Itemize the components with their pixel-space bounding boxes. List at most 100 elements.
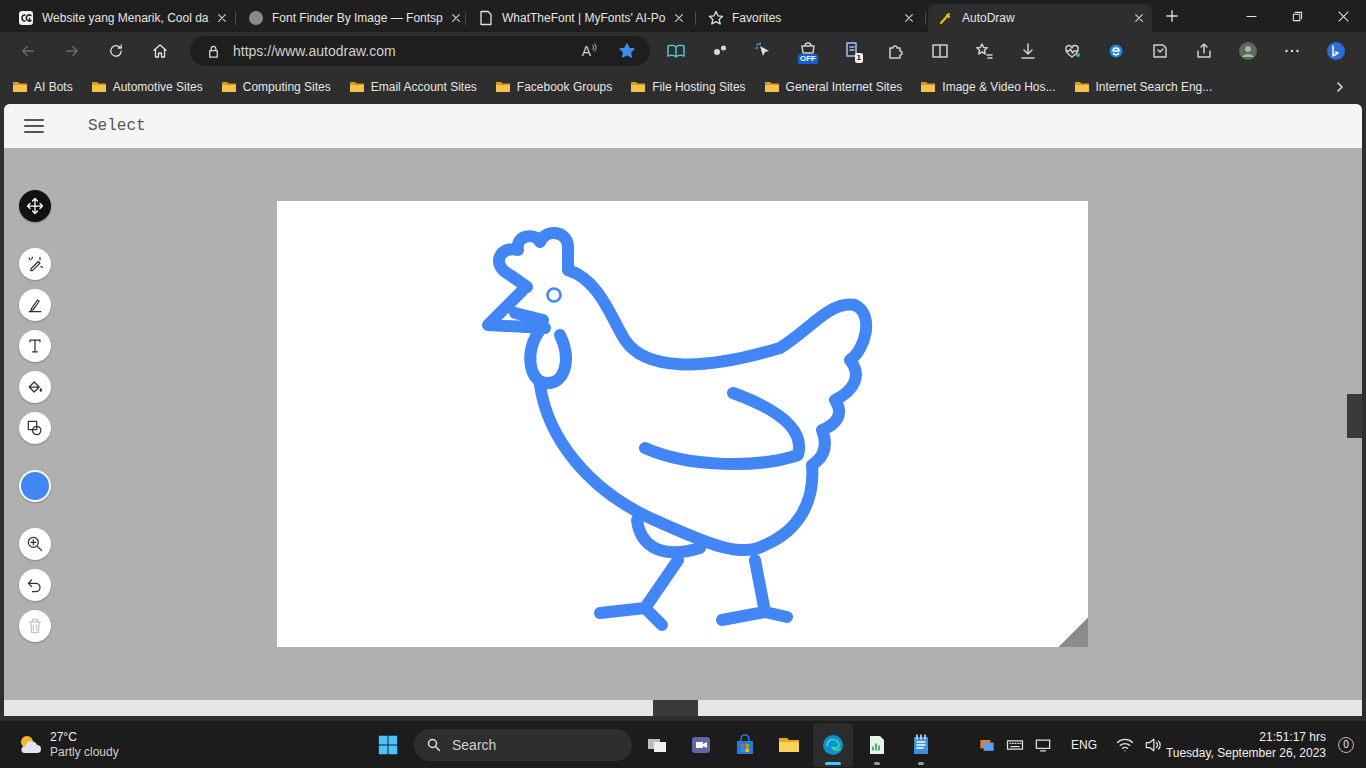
toolbar-button[interactable] xyxy=(1138,35,1182,67)
bookmark-folder[interactable]: File Hosting Sites xyxy=(630,79,745,95)
weather-text: 27°CPartly cloudy xyxy=(50,730,119,760)
tray-app-icon[interactable] xyxy=(977,735,997,755)
browser-tab[interactable]: Website yang Menarik, Cool da xyxy=(8,4,232,32)
ie-mode-icon xyxy=(1106,41,1126,61)
bookmark-folder[interactable]: General Internet Sites xyxy=(764,79,903,95)
vertical-scrollbar[interactable] xyxy=(1347,148,1362,700)
horizontal-scroll-thumb[interactable] xyxy=(653,700,698,716)
home-button[interactable] xyxy=(138,35,182,67)
bookmark-folder[interactable]: Image & Video Hos... xyxy=(920,79,1055,95)
close-window-button[interactable] xyxy=(1320,0,1366,32)
taskbar-app[interactable] xyxy=(813,723,853,767)
browser-tab[interactable]: WhatTheFont | MyFonts' AI-Po xyxy=(468,4,692,32)
tool-button[interactable] xyxy=(19,569,51,601)
tool-button[interactable] xyxy=(19,528,51,560)
chicken-drawing[interactable] xyxy=(277,201,1088,647)
forward-button[interactable] xyxy=(50,35,94,67)
drawing-canvas[interactable] xyxy=(277,201,1088,647)
vertical-scroll-thumb[interactable] xyxy=(1347,394,1362,438)
pinned-apps xyxy=(637,723,941,767)
close-icon[interactable] xyxy=(904,13,914,23)
tool-button[interactable] xyxy=(19,371,51,403)
bookmark-folder[interactable]: AI Bots xyxy=(12,79,73,95)
taskbar-app[interactable] xyxy=(681,723,721,767)
bookmark-label: Email Account Sites xyxy=(371,80,477,94)
taskbar-search[interactable]: Search xyxy=(414,729,632,761)
taskbar-app[interactable] xyxy=(857,723,897,767)
weather-widget[interactable]: 27°CPartly cloudy xyxy=(0,730,360,760)
horizontal-scrollbar[interactable] xyxy=(4,700,1362,716)
bookmark-folder[interactable]: Internet Search Eng... xyxy=(1074,79,1213,95)
toolbar-button[interactable] xyxy=(1182,35,1226,67)
page-frame: Select xyxy=(0,104,1366,720)
browser-tab[interactable]: Favorites xyxy=(698,4,922,32)
toolbar-button[interactable] xyxy=(1006,35,1050,67)
favicon-icon xyxy=(478,10,494,26)
toolbar-button[interactable] xyxy=(874,35,918,67)
address-actions: A xyxy=(582,42,636,60)
refresh-button[interactable] xyxy=(94,35,138,67)
new-tab-plus-icon[interactable] xyxy=(1165,9,1179,23)
toolbar-button[interactable] xyxy=(1314,35,1358,67)
bookmark-folder[interactable]: Facebook Groups xyxy=(495,79,612,95)
taskbar-app[interactable] xyxy=(725,723,765,767)
start-button[interactable] xyxy=(368,725,408,765)
tool-button[interactable] xyxy=(19,330,51,362)
bookmark-label: Internet Search Eng... xyxy=(1096,80,1213,94)
bookmark-folder[interactable]: Automotive Sites xyxy=(91,79,203,95)
toolbar-button[interactable] xyxy=(742,35,786,67)
browser-tab[interactable]: Font Finder By Image — Fontsp xyxy=(238,4,462,32)
store-icon xyxy=(733,733,757,757)
clock-time: 21:51:17 hrs xyxy=(1259,729,1326,745)
tool-button[interactable] xyxy=(19,248,51,280)
toolbar-button[interactable] xyxy=(918,35,962,67)
toolbar-button[interactable] xyxy=(698,35,742,67)
favorites-bar: AI Bots Automotive Sites Computing Sites Em… xyxy=(0,70,1366,104)
input-language[interactable]: ENG xyxy=(1071,738,1097,752)
toolbar-button[interactable] xyxy=(1050,35,1094,67)
favorite-star-icon[interactable] xyxy=(618,42,636,60)
toolbar-button[interactable]: OFF xyxy=(786,35,830,67)
volume-icon[interactable] xyxy=(1143,735,1163,755)
taskbar-app[interactable] xyxy=(637,723,677,767)
taskbar-app[interactable] xyxy=(901,723,941,767)
taskbar-app[interactable] xyxy=(769,723,809,767)
move-icon xyxy=(25,196,45,216)
color-swatch-icon xyxy=(21,472,49,500)
close-icon[interactable] xyxy=(451,13,461,23)
toolbar-button[interactable] xyxy=(1226,35,1270,67)
bookmark-folder[interactable]: Email Account Sites xyxy=(349,79,477,95)
tool-button[interactable] xyxy=(19,610,51,642)
toolbar-button[interactable] xyxy=(1270,35,1314,67)
back-arrow-icon xyxy=(19,42,37,60)
close-icon[interactable] xyxy=(674,13,684,23)
tab-label: Font Finder By Image — Fontsp xyxy=(272,11,443,25)
back-button[interactable] xyxy=(6,35,50,67)
toolbar-button[interactable]: 1 xyxy=(830,35,874,67)
chevron-right-icon[interactable] xyxy=(1334,81,1346,93)
tool-button[interactable] xyxy=(19,289,51,321)
close-icon[interactable] xyxy=(217,13,227,23)
tool-button[interactable] xyxy=(19,412,51,444)
tool-button[interactable] xyxy=(19,190,51,222)
minimize-button[interactable] xyxy=(1228,0,1274,32)
lock-icon xyxy=(206,44,221,59)
restore-button[interactable] xyxy=(1274,0,1320,32)
wifi-icon[interactable] xyxy=(1115,735,1135,755)
toolbar-button[interactable] xyxy=(962,35,1006,67)
toolbar-button[interactable] xyxy=(1094,35,1138,67)
clock[interactable]: 21:51:17 hrsTuesday, September 26, 2023 xyxy=(1166,729,1326,761)
tool-button[interactable] xyxy=(19,470,51,502)
keyboard-icon[interactable] xyxy=(1005,735,1025,755)
bookmark-label: Computing Sites xyxy=(243,80,331,94)
notification-count[interactable]: 0 xyxy=(1338,737,1354,753)
collections-icon xyxy=(1150,41,1170,61)
menu-icon[interactable] xyxy=(24,118,44,134)
toolbar-button[interactable] xyxy=(654,35,698,67)
display-icon[interactable] xyxy=(1033,735,1053,755)
address-field[interactable]: https://www.autodraw.comA xyxy=(190,36,650,66)
read-aloud-button[interactable]: A xyxy=(582,43,598,59)
bookmark-folder[interactable]: Computing Sites xyxy=(221,79,331,95)
close-icon[interactable] xyxy=(1134,13,1144,23)
browser-tab[interactable]: AutoDraw xyxy=(928,4,1152,32)
